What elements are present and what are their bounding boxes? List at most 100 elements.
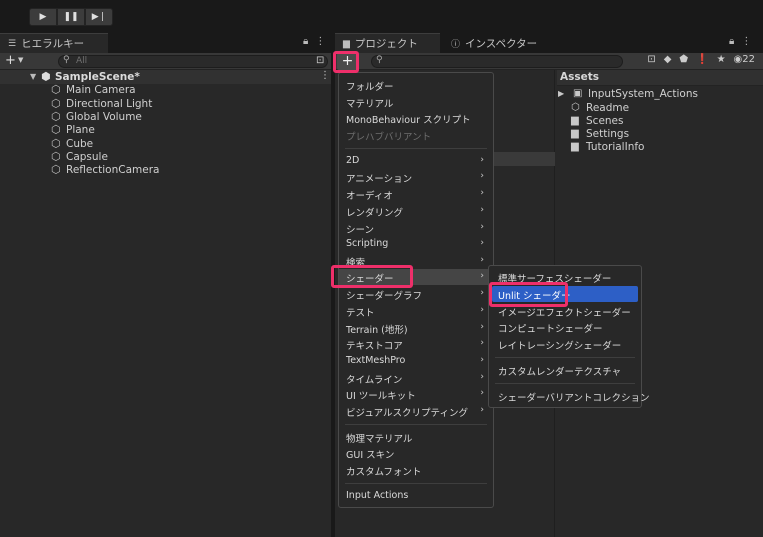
warning-icon[interactable]: ❗ xyxy=(696,54,708,65)
menu-item-label: レンダリング xyxy=(346,208,404,219)
expand-arrow-icon[interactable]: ▶ xyxy=(558,89,569,98)
menu-item-ui-toolkit[interactable]: UI ツールキット › xyxy=(339,386,493,402)
chevron-right-icon: › xyxy=(480,372,484,382)
menu-item-terrain[interactable]: Terrain (地形) › xyxy=(339,320,493,336)
folder-icon: ▆ xyxy=(571,115,579,126)
hierarchy-item[interactable]: ⬡ Plane xyxy=(51,123,95,136)
lock-icon[interactable]: 🔒︎ xyxy=(729,36,734,47)
menu-item-label: Terrain (地形) xyxy=(346,325,408,336)
menu-item-shader-graph[interactable]: シェーダーグラフ › xyxy=(339,286,493,302)
tab-hierarchy[interactable]: ☰ ヒエラルキー xyxy=(0,33,108,53)
menu-item-physics-material[interactable]: 物理マテリアル xyxy=(339,429,493,445)
hierarchy-item-label: Capsule xyxy=(66,150,108,163)
tree-selected-row[interactable] xyxy=(485,152,555,166)
chevron-right-icon: › xyxy=(480,388,484,398)
menu-item-test[interactable]: テスト › xyxy=(339,303,493,319)
cube-icon: ⬡ xyxy=(51,83,61,96)
pause-icon[interactable]: ❚❚ xyxy=(57,8,85,26)
chevron-right-icon: › xyxy=(480,171,484,181)
menu-item-rendering[interactable]: レンダリング › xyxy=(339,203,493,219)
submenu-item-raytracing-shader[interactable]: レイトレーシングシェーダー xyxy=(489,336,641,352)
step-icon[interactable]: ▶❘ xyxy=(85,8,113,26)
hierarchy-item[interactable]: ⬡ Capsule xyxy=(51,150,108,163)
hierarchy-item[interactable]: ⬡ Directional Light xyxy=(51,97,152,110)
menu-item-scene[interactable]: シーン › xyxy=(339,220,493,236)
hierarchy-item[interactable]: ⬡ Main Camera xyxy=(51,83,136,96)
menu-item-prefab-variant: プレハブバリアント xyxy=(339,127,493,143)
menu-item-visual-scripting[interactable]: ビジュアルスクリプティング › xyxy=(339,403,493,419)
hierarchy-item-label: Plane xyxy=(66,123,95,136)
tab-inspector[interactable]: ⓘ インスペクター xyxy=(443,33,553,53)
create-context-menu: フォルダー マテリアル MonoBehaviour スクリプト プレハブバリアン… xyxy=(338,72,494,508)
more-vertical-icon[interactable]: ⋮ xyxy=(320,70,330,81)
chevron-right-icon: › xyxy=(480,255,484,265)
favorite-star-icon[interactable]: ★ xyxy=(717,54,726,65)
submenu-item-compute-shader[interactable]: コンピュートシェーダー xyxy=(489,319,641,335)
hierarchy-panel: + ▼ ⚲ All ⊡ ▼ ⬢ SampleScene* ⋮ ⬡ Main Cam… xyxy=(0,53,331,537)
unity-scene-icon: ⬢ xyxy=(41,70,51,83)
chevron-right-icon: › xyxy=(480,271,484,281)
asset-item[interactable]: ▆ Scenes xyxy=(571,114,623,127)
asset-label: TutorialInfo xyxy=(586,140,645,153)
asset-item[interactable]: ▆ TutorialInfo xyxy=(571,140,644,153)
asset-item[interactable]: ⬡ Readme xyxy=(571,101,629,114)
main-toolbar: ▶ ❚❚ ▶❘ xyxy=(0,0,763,33)
menu-item-text-core[interactable]: テキストコア › xyxy=(339,336,493,352)
hierarchy-toolbar: + ▼ ⚲ All ⊡ xyxy=(0,53,331,70)
lock-icon[interactable]: 🔒︎ xyxy=(303,36,308,47)
project-tab-controls: 🔒︎ ⋮ xyxy=(729,36,751,47)
asset-item[interactable]: ▶ ▣ InputSystem_Actions xyxy=(558,87,698,100)
chevron-right-icon: › xyxy=(480,355,484,365)
search-filter-icon[interactable]: ⊡ xyxy=(316,55,324,66)
folder-icon: ▆ xyxy=(343,38,350,49)
type-filter-icon[interactable]: ◆ xyxy=(664,54,672,65)
visibility-count[interactable]: ◉22 xyxy=(734,54,755,65)
submenu-item-custom-render-texture[interactable]: カスタムレンダーテクスチャ xyxy=(489,362,641,378)
info-icon: ⓘ xyxy=(451,39,461,50)
project-search-input[interactable]: ⚲ xyxy=(371,55,623,68)
menu-item-label: Scripting xyxy=(346,238,389,249)
menu-item-label: マテリアル xyxy=(346,99,394,110)
search-filter-icon[interactable]: ⊡ xyxy=(647,54,655,65)
label-tag-icon[interactable]: ⬟ xyxy=(679,54,688,65)
menu-item-label: テスト xyxy=(346,308,375,319)
menu-item-animation[interactable]: アニメーション › xyxy=(339,169,493,185)
menu-item-monobehaviour-script[interactable]: MonoBehaviour スクリプト xyxy=(339,110,493,126)
menu-item-timeline[interactable]: タイムライン › xyxy=(339,370,493,386)
menu-item-material[interactable]: マテリアル xyxy=(339,94,493,110)
menu-item-custom-font[interactable]: カスタムフォント xyxy=(339,462,493,478)
submenu-item-shader-variant-collection[interactable]: シェーダーバリアントコレクション xyxy=(489,388,650,404)
asset-label: InputSystem_Actions xyxy=(588,87,698,100)
menu-item-label: シーン xyxy=(346,225,375,236)
chevron-down-icon[interactable]: ▼ xyxy=(18,56,23,64)
chevron-right-icon: › xyxy=(480,305,484,315)
hierarchy-item[interactable]: ⬡ Cube xyxy=(51,137,93,150)
menu-item-scripting[interactable]: Scripting › xyxy=(339,236,493,252)
more-vertical-icon[interactable]: ⋮ xyxy=(741,36,751,47)
tab-project[interactable]: ▆ プロジェクト xyxy=(335,33,440,53)
menu-separator xyxy=(495,383,635,384)
hierarchy-item[interactable]: ⬡ ReflectionCamera xyxy=(51,163,159,176)
add-icon[interactable]: + xyxy=(5,54,16,68)
menu-item-input-actions[interactable]: Input Actions xyxy=(339,488,493,504)
chevron-right-icon: › xyxy=(480,222,484,232)
menu-item-folder[interactable]: フォルダー xyxy=(339,77,493,93)
more-vertical-icon[interactable]: ⋮ xyxy=(315,36,325,47)
highlight-marker-shader xyxy=(331,265,413,288)
menu-item-audio[interactable]: オーディオ › xyxy=(339,186,493,202)
menu-item-label: ビジュアルスクリプティング xyxy=(346,408,468,419)
menu-item-2d[interactable]: 2D › xyxy=(339,153,493,169)
eye-icon: ◉ xyxy=(733,54,743,65)
play-icon[interactable]: ▶ xyxy=(29,8,57,26)
menu-item-label: タイムライン xyxy=(346,375,403,386)
cube-icon: ⬡ xyxy=(51,123,61,136)
asset-label: Settings xyxy=(586,127,630,140)
menu-item-label: 物理マテリアル xyxy=(346,434,413,445)
menu-item-textmeshpro[interactable]: TextMeshPro › xyxy=(339,353,493,369)
hierarchy-search-input[interactable]: ⚲ All xyxy=(58,55,328,68)
menu-item-gui-skin[interactable]: GUI スキン xyxy=(339,445,493,461)
hierarchy-item[interactable]: ⬡ Global Volume xyxy=(51,110,142,123)
collapse-arrow-icon[interactable]: ▼ xyxy=(30,72,36,81)
asset-item[interactable]: ▆ Settings xyxy=(571,127,629,140)
scene-row[interactable]: ▼ ⬢ SampleScene* ⋮ xyxy=(0,70,331,84)
